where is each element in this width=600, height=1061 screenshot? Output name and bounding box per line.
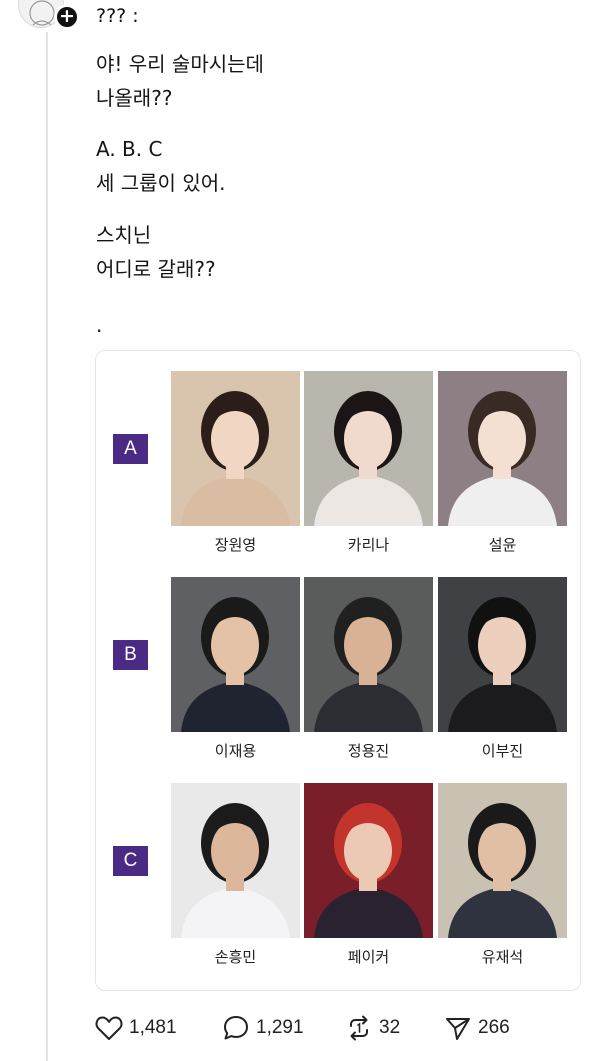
- comment-bubble-icon: [224, 1016, 248, 1040]
- person-name: 카리나: [347, 536, 390, 554]
- like-count: 1,481: [129, 1017, 177, 1038]
- post-line-1: 야! 우리 술마시는데 나올래??: [96, 52, 264, 110]
- post-author[interactable]: ??? :: [96, 5, 139, 27]
- portrait-photo: [304, 577, 433, 732]
- repost-button[interactable]: 32: [345, 1013, 400, 1043]
- person-name: 설윤: [488, 536, 517, 554]
- image-card[interactable]: A 장원영 카리나 설윤 B 이재용 정용진 이부진 C 손흥민 페이커 유재석: [95, 350, 581, 991]
- heart-icon: [95, 1016, 123, 1040]
- repost-count: 32: [379, 1017, 401, 1038]
- person-name: 이부진: [481, 742, 524, 760]
- person-name: 손흥민: [214, 948, 257, 966]
- portrait-photo: [304, 371, 433, 526]
- share-button[interactable]: 266: [444, 1013, 510, 1043]
- person-name: 정용진: [347, 742, 390, 760]
- like-button[interactable]: 1,481: [95, 1013, 177, 1043]
- portrait-photo: [438, 371, 567, 526]
- post-line-3: 스치닌 어디로 갈래??: [96, 223, 216, 281]
- send-icon: [446, 1018, 470, 1040]
- comment-count: 1,291: [256, 1017, 304, 1038]
- portrait-photo: [438, 577, 567, 732]
- share-count: 266: [478, 1017, 510, 1038]
- post-line-2: A. B. C 세 그룹이 있어.: [96, 137, 226, 195]
- portrait-photo: [171, 783, 300, 938]
- person-name: 페이커: [347, 948, 390, 966]
- portrait-photo: [438, 783, 567, 938]
- post-actions: 1,481 1,291 32 266: [95, 1013, 575, 1043]
- person-name: 이재용: [214, 742, 257, 760]
- person-name: 유재석: [481, 948, 524, 966]
- comment-button[interactable]: 1,291: [222, 1013, 304, 1043]
- thread-line: [46, 32, 48, 1061]
- group-badge-b: B: [113, 640, 148, 670]
- repost-icon: [350, 1015, 368, 1041]
- portrait-photo: [171, 371, 300, 526]
- group-badge-a: A: [113, 434, 148, 464]
- group-badge-c: C: [113, 846, 148, 876]
- post-line-4: .: [96, 313, 103, 337]
- portrait-photo: [171, 577, 300, 732]
- person-name: 장원영: [214, 536, 257, 554]
- follow-plus-icon[interactable]: +: [54, 4, 80, 30]
- portrait-photo: [304, 783, 433, 938]
